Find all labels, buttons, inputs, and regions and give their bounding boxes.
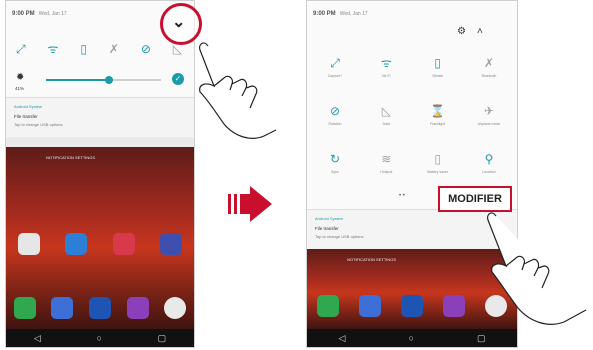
hotspot-icon: ≋ [381, 152, 392, 166]
left-phone-screen: 9:00 PM Wed, Jan 17 ⤢ ᯤ ▯ ✗ ⊘ ◺ ✹ 41% ✓ … [5, 0, 195, 348]
notes-app-icon[interactable] [112, 233, 135, 255]
brightness-icon: ✹ [16, 72, 25, 83]
messages-icon[interactable] [51, 297, 74, 319]
notification-source: Android System [14, 104, 43, 109]
battery-saver-icon: ▯ [434, 152, 441, 166]
tile-row-1: ⤢ Capture+ ᯤ Wi-Fi ▯ Vibrate ✗ Bluetooth [315, 57, 509, 79]
tile-flashlight[interactable]: ⌛ Flashlight [418, 105, 458, 127]
tile-label: Location [482, 170, 496, 174]
recents-icon[interactable]: ▢ [158, 333, 167, 344]
brightness-fill [46, 79, 110, 81]
app-folder-icon[interactable] [18, 233, 40, 255]
tile-hotspot[interactable]: ≋ Hotspot [366, 153, 406, 175]
home-icon[interactable]: ○ [408, 333, 413, 343]
tile-label: Vibrate [432, 74, 444, 78]
home-icon[interactable]: ○ [96, 333, 101, 343]
wifi-icon[interactable]: ᯤ [48, 43, 59, 55]
phone-icon[interactable] [13, 297, 36, 319]
rotate-icon[interactable]: ⤢ [16, 43, 26, 55]
rotate-icon: ⤢ [330, 56, 340, 70]
gear-icon[interactable]: ⚙ [457, 27, 466, 37]
pointing-hand-icon [487, 212, 587, 325]
status-bar: 9:00 PM Wed, Jan 17 [313, 9, 368, 19]
home-app-row [18, 233, 182, 255]
notification-title: File transfer [14, 114, 38, 119]
tile-label: Airplane mode [477, 122, 501, 126]
gallery-icon[interactable] [126, 297, 149, 319]
tile-airplane[interactable]: ✈ Airplane mode [469, 105, 509, 127]
status-date: Wed, Jan 17 [38, 11, 67, 17]
tile-data[interactable]: ◺ Data [366, 105, 406, 127]
notification-title: File transfer [315, 226, 339, 231]
notification-card[interactable]: Android System File transfer Tap to chan… [6, 97, 194, 137]
messages-icon[interactable] [359, 295, 381, 317]
bluetooth-icon: ✗ [483, 56, 495, 70]
quick-settings-panel-expanded: 9:00 PM Wed, Jan 17 ⚙ ˄ ⤢ Capture+ ᯤ Wi-Fi… [307, 1, 517, 209]
tile-label: Data [382, 122, 391, 126]
tile-label: Wi-Fi [382, 74, 391, 78]
tile-row-3: ↻ Sync ≋ Hotspot ▯ Battery saver ⚲ Location [315, 153, 509, 175]
wallpaper-text: NOTIFICATION SETTINGS [46, 155, 96, 160]
data-icon: ◺ [381, 104, 391, 118]
sync-icon: ↻ [329, 152, 341, 166]
quick-toggle-row: ⤢ ᯤ ▯ ✗ ⊘ ◺ [16, 43, 182, 55]
modifier-button[interactable]: MODIFIER [438, 186, 512, 212]
status-time: 9:00 PM [313, 11, 336, 17]
tile-label: Rotation [328, 122, 342, 126]
brightness-thumb[interactable] [105, 76, 114, 84]
airplane-icon: ✈ [483, 104, 495, 118]
status-date: Wed, Jan 17 [339, 11, 368, 17]
tile-rotation[interactable]: ⊘ Rotation [315, 105, 355, 127]
wallpaper-text: NOTIFICATION SETTINGS [347, 257, 397, 262]
vibrate-icon: ▯ [434, 56, 441, 70]
tile-bluetooth[interactable]: ✗ Bluetooth [469, 57, 509, 79]
do-not-disturb-icon[interactable]: ⊘ [141, 43, 151, 55]
tile-wifi[interactable]: ᯤ Wi-Fi [366, 57, 406, 79]
chrome-icon[interactable] [164, 297, 187, 319]
tile-label: Battery saver [427, 170, 448, 174]
chevron-up-icon[interactable]: ˄ [477, 27, 483, 37]
vibrate-icon[interactable]: ▯ [80, 43, 87, 55]
brightness-percent: 41% [15, 86, 25, 91]
notification-source: Android System [315, 216, 344, 221]
bluetooth-off-icon[interactable]: ✗ [109, 43, 119, 55]
back-icon[interactable]: ◁ [339, 333, 346, 344]
do-not-disturb-icon: ⊘ [329, 104, 341, 118]
navigation-bar: ◁ ○ ▢ [6, 329, 194, 347]
status-time: 9:00 PM [12, 11, 35, 17]
page-indicator: • • [399, 193, 405, 199]
tile-vibrate[interactable]: ▯ Vibrate [418, 57, 458, 79]
status-bar: 9:00 PM Wed, Jan 17 [12, 9, 67, 19]
tile-row-2: ⊘ Rotation ◺ Data ⌛ Flashlight ✈ Airplane mo… [315, 105, 509, 127]
location-icon: ⚲ [484, 152, 494, 166]
settings-app-icon[interactable] [159, 233, 182, 255]
phone-icon[interactable] [317, 295, 339, 317]
brightness-slider[interactable] [46, 76, 161, 84]
chevron-down-icon[interactable]: ⌄ [172, 12, 185, 32]
camera-icon[interactable] [88, 297, 111, 319]
tile-location[interactable]: ⚲ Location [469, 153, 509, 175]
play-store-icon[interactable] [65, 233, 88, 255]
dock [6, 297, 194, 319]
tile-label: Hotspot [380, 170, 393, 174]
tile-label: Capture+ [327, 74, 343, 78]
tile-label: Flashlight [430, 122, 446, 126]
gallery-icon[interactable] [443, 295, 465, 317]
notification-text: Tap to change USB options [315, 234, 364, 239]
transition-arrow-icon [228, 186, 272, 222]
tile-capture[interactable]: ⤢ Capture+ [315, 57, 355, 79]
back-icon[interactable]: ◁ [34, 333, 41, 344]
flashlight-icon: ⌛ [430, 104, 446, 118]
tile-sync[interactable]: ↻ Sync [315, 153, 355, 175]
home-wallpaper: NOTIFICATION SETTINGS [6, 147, 194, 329]
notification-text: Tap to change USB options [14, 122, 63, 127]
tile-battery-saver[interactable]: ▯ Battery saver [418, 153, 458, 175]
tile-label: Sync [331, 170, 339, 174]
tile-label: Bluetooth [481, 74, 497, 78]
camera-icon[interactable] [401, 295, 423, 317]
pointing-hand-icon [199, 42, 277, 139]
wifi-icon: ᯤ [380, 56, 392, 70]
